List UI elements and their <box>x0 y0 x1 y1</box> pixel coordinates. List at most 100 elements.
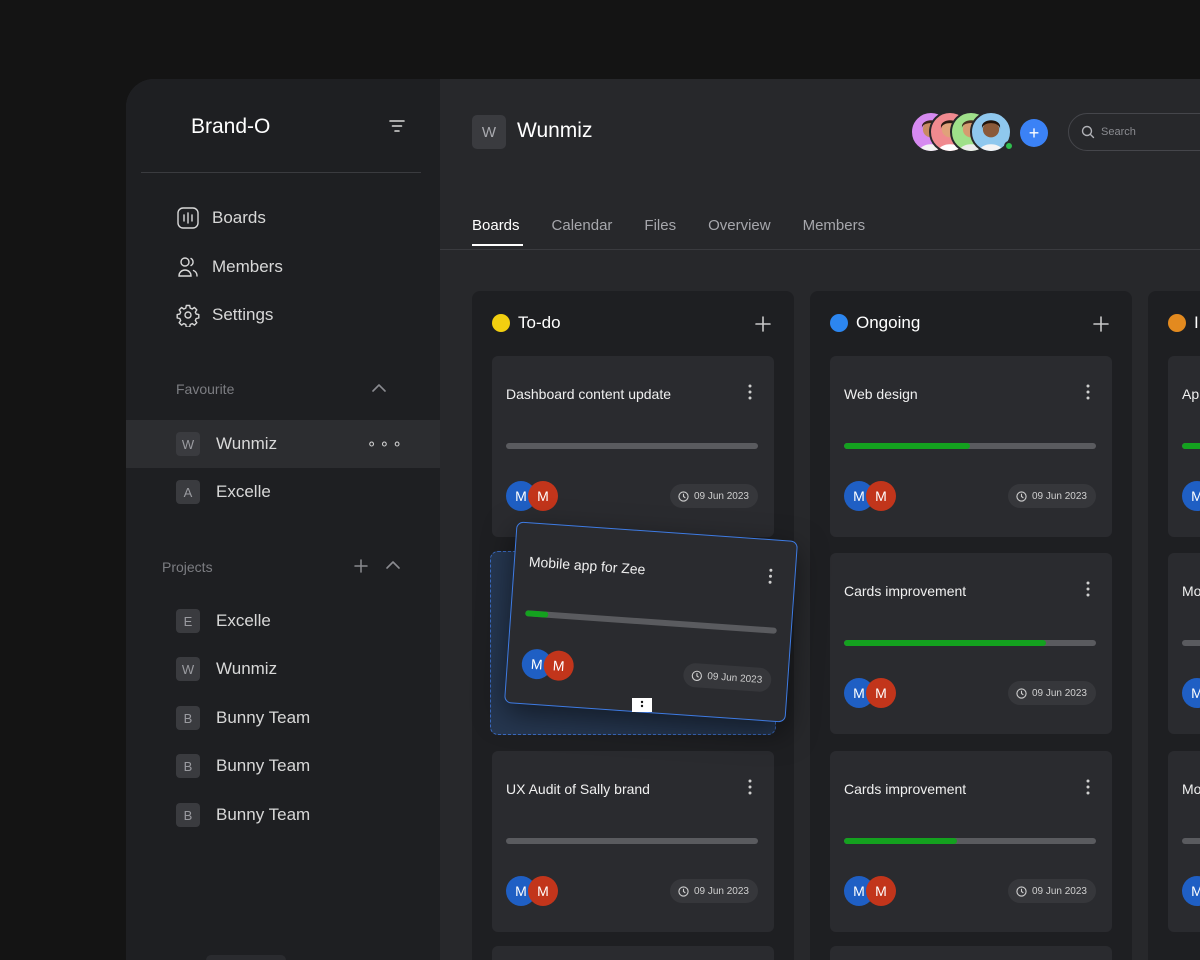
column-header: Ongoing <box>830 313 920 333</box>
due-date: 09 Jun 2023 <box>693 885 749 897</box>
clock-icon <box>1016 885 1027 897</box>
add-project-icon[interactable] <box>353 558 369 574</box>
due-date-chip: 09 Jun 2023 <box>669 484 758 508</box>
tab-overview[interactable]: Overview <box>708 217 771 246</box>
card-title: UX Audit of Sally brand <box>506 781 650 797</box>
add-card-icon[interactable] <box>754 315 772 333</box>
add-member-button[interactable]: + <box>1020 119 1048 147</box>
tabs-divider <box>440 249 1200 250</box>
tab-calendar[interactable]: Calendar <box>552 217 613 246</box>
tab-boards[interactable]: Boards <box>472 217 523 246</box>
project-letter-badge: E <box>176 609 200 633</box>
favourite-item-label: Excelle <box>216 482 271 501</box>
assignee-avatars: M M <box>506 481 566 511</box>
assignee-avatars: M M <box>844 678 904 708</box>
tab-files[interactable]: Files <box>644 217 676 246</box>
task-card[interactable]: Mo M <box>1168 751 1200 932</box>
due-date-chip: 09 Jun 2023 <box>682 662 773 693</box>
app-window: Brand-O Boards Members Settings Favourit… <box>126 79 1200 960</box>
nav-label: Members <box>212 257 283 276</box>
filter-icon[interactable] <box>388 117 406 135</box>
favourite-item-excelle[interactable]: A Excelle <box>126 468 440 516</box>
due-date-chip: 09 Jun 2023 <box>1007 879 1096 903</box>
project-item-label: Bunny Team <box>216 708 311 727</box>
search-icon <box>1081 125 1095 139</box>
assignee-avatar: M <box>528 876 558 906</box>
card-title: Cards improvement <box>844 583 967 599</box>
status-dot <box>492 314 510 332</box>
chevron-up-icon[interactable] <box>384 556 402 574</box>
assignee-avatar: M <box>1182 678 1200 708</box>
nav-members[interactable]: Members <box>176 253 283 281</box>
kebab-menu-icon[interactable] <box>1086 581 1090 597</box>
favourite-heading: Favourite <box>176 381 235 397</box>
assignee-avatars: M M <box>844 876 904 906</box>
project-letter-badge: B <box>176 803 200 827</box>
card-title: Mo <box>1182 583 1200 599</box>
progress-bar <box>844 443 1096 449</box>
column-header: To-do <box>492 313 561 333</box>
task-card[interactable]: UX Audit of Sally brand M M 09 Jun 2023 <box>492 751 774 932</box>
progress-bar <box>1182 838 1200 844</box>
kebab-menu-icon[interactable] <box>748 384 752 400</box>
project-letter-badge: W <box>176 432 200 456</box>
more-options-icon[interactable]: ⚬⚬⚬ <box>366 436 404 453</box>
card-title: Mobile app for Zee <box>528 553 646 578</box>
card-title: Mo <box>1182 781 1200 797</box>
assignee-avatars: M M <box>520 648 583 682</box>
kebab-menu-icon[interactable] <box>1086 779 1090 795</box>
kebab-menu-icon[interactable] <box>768 568 773 584</box>
kebab-menu-icon[interactable] <box>748 779 752 795</box>
card-title: Cards improvement <box>844 781 967 797</box>
assignee-avatars: M M <box>506 876 566 906</box>
project-item[interactable]: W Wunmiz <box>126 645 440 693</box>
add-card-icon[interactable] <box>1092 315 1110 333</box>
column-header: I <box>1168 313 1199 333</box>
nav-boards[interactable]: Boards <box>176 204 266 232</box>
member-avatars[interactable] <box>910 111 1014 153</box>
project-item[interactable]: E Excelle <box>126 597 440 645</box>
task-card[interactable]: Cards improvement M M 09 Jun 2023 <box>830 751 1112 932</box>
column-title: Ongoing <box>856 313 921 332</box>
assignee-avatar: M <box>866 678 896 708</box>
task-card[interactable]: Web design M M 09 Jun 2023 <box>830 356 1112 537</box>
status-dot <box>830 314 848 332</box>
status-dot <box>1168 314 1186 332</box>
projects-heading: Projects <box>162 559 213 575</box>
project-item[interactable]: B Bunny Team <box>126 694 440 742</box>
clock-icon <box>1016 687 1027 699</box>
progress-fill <box>844 838 958 844</box>
task-card-partial[interactable] <box>492 946 774 960</box>
task-card-partial[interactable] <box>830 946 1112 960</box>
progress-bar <box>1182 640 1200 646</box>
search-input[interactable] <box>1101 126 1200 138</box>
task-card[interactable]: Cards improvement M M 09 Jun 2023 <box>830 553 1112 734</box>
progress-bar <box>525 610 777 634</box>
clock-icon <box>691 670 702 681</box>
sidebar-footer-handle <box>206 955 286 960</box>
tab-members[interactable]: Members <box>803 217 866 246</box>
due-date: 09 Jun 2023 <box>1031 490 1087 502</box>
task-card[interactable]: Ap M <box>1168 356 1200 537</box>
due-date: 09 Jun 2023 <box>1031 885 1087 897</box>
card-title: Ap <box>1182 386 1200 402</box>
clock-icon <box>678 490 689 502</box>
boards-icon <box>177 207 199 229</box>
project-letter-badge: B <box>176 706 200 730</box>
project-item-label: Bunny Team <box>216 756 311 775</box>
favourite-item-wunmiz[interactable]: W Wunmiz ⚬⚬⚬ <box>126 420 440 468</box>
members-icon <box>178 257 198 277</box>
task-card[interactable]: Mo M <box>1168 553 1200 734</box>
project-item[interactable]: B Bunny Team <box>126 791 440 839</box>
dragging-card[interactable]: Mobile app for Zee M M 09 Jun 2023 <box>503 521 799 723</box>
chevron-up-icon[interactable] <box>370 379 388 397</box>
card-title: Dashboard content update <box>506 386 672 402</box>
brand-name: Brand-O <box>191 115 271 138</box>
assignee-avatar: M <box>528 481 558 511</box>
search-box[interactable] <box>1068 113 1200 151</box>
progress-bar <box>506 443 758 449</box>
nav-settings[interactable]: Settings <box>176 301 273 329</box>
task-card[interactable]: Dashboard content update M M 09 Jun 2023 <box>492 356 774 537</box>
kebab-menu-icon[interactable] <box>1086 384 1090 400</box>
project-item[interactable]: B Bunny Team <box>126 742 440 790</box>
